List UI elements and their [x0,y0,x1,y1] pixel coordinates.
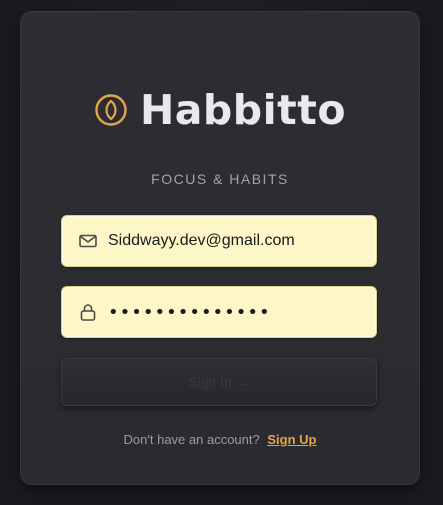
sign-in-button[interactable]: Sign In → [61,358,377,406]
tagline: FOCUS & HABITS [151,171,289,187]
signup-prompt-row: Don't have an account? Sign Up [21,432,419,447]
mail-icon [79,234,97,248]
login-card: Habbitto FOCUS & HABITS Siddwayy.dev@gma… [20,11,420,485]
email-value[interactable]: Siddwayy.dev@gmail.com [108,232,295,250]
brand-header: Habbitto [21,88,419,132]
email-field[interactable]: Siddwayy.dev@gmail.com [61,215,377,267]
login-screen: Habbitto FOCUS & HABITS Siddwayy.dev@gma… [0,0,443,505]
password-value[interactable]: •••••••••••••• [108,302,271,323]
signup-prompt-text: Don't have an account? [123,432,260,447]
leaf-ring-icon [95,94,127,126]
app-name: Habbitto [139,86,347,134]
sign-up-link[interactable]: Sign Up [267,432,316,447]
lock-icon [80,304,96,321]
password-field[interactable]: •••••••••••••• [61,286,377,338]
